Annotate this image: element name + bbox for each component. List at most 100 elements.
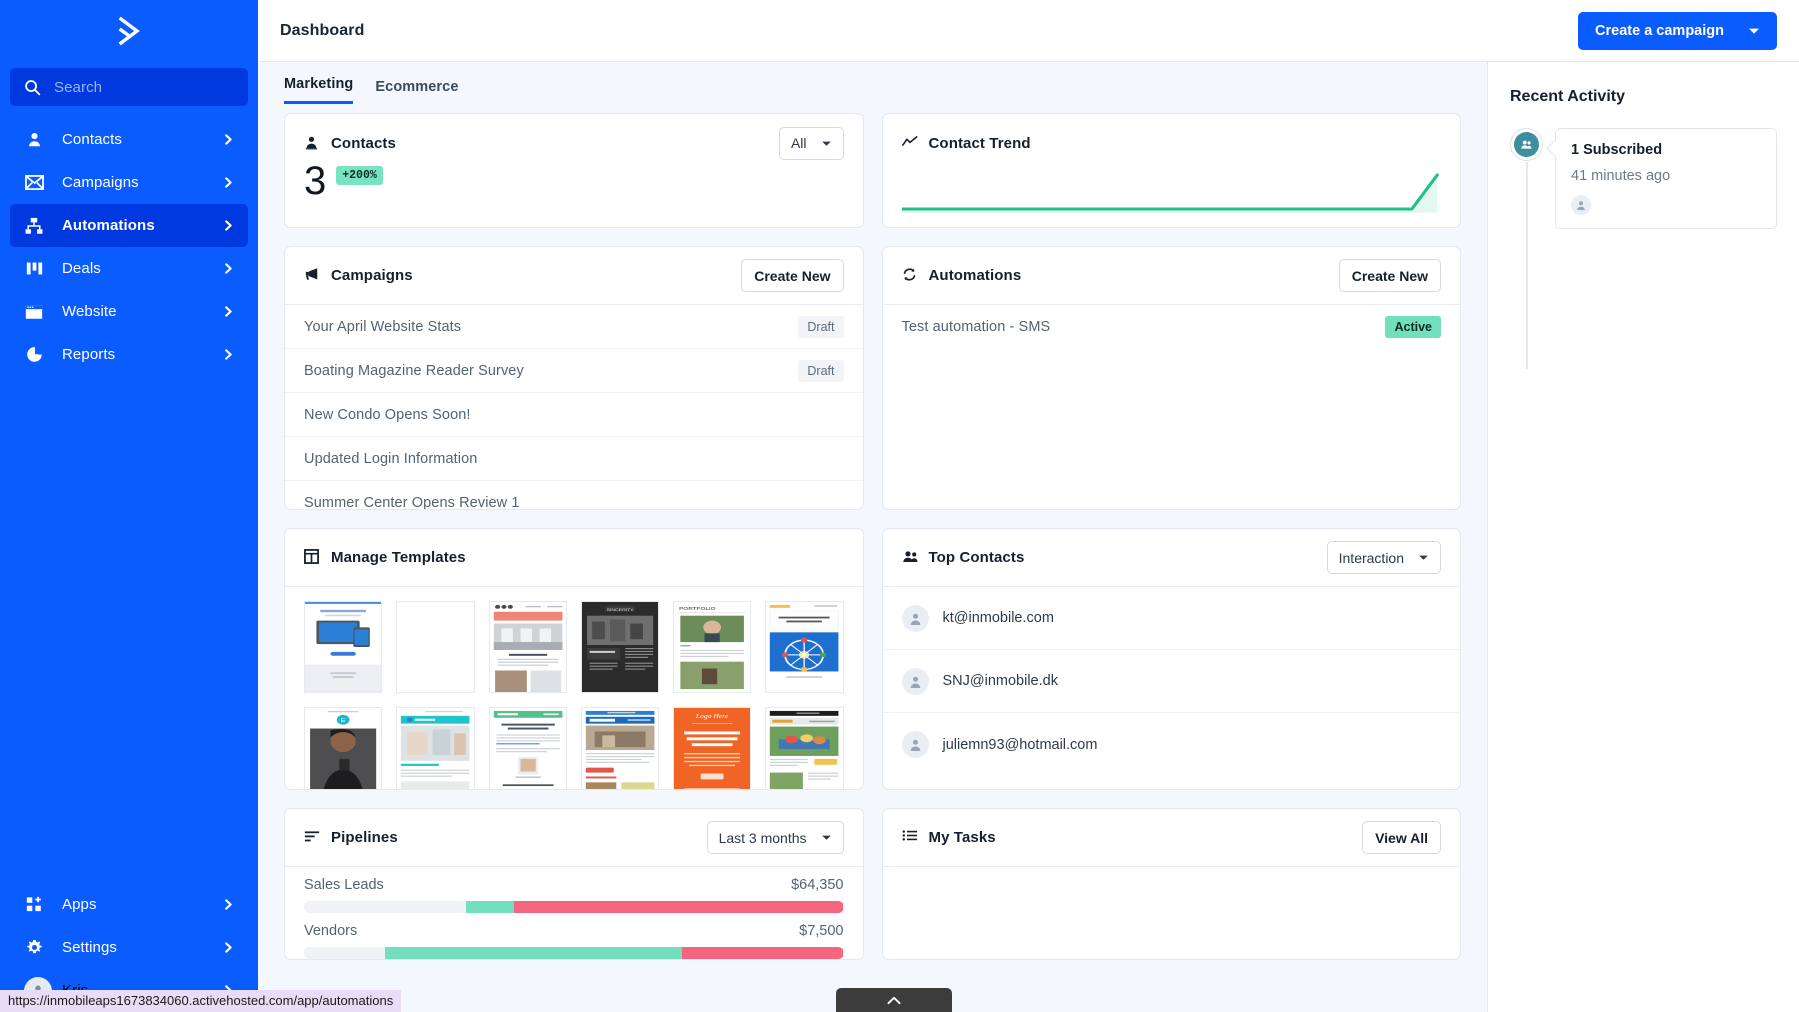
campaigns-card-title: Campaigns xyxy=(304,267,413,284)
chevron-down-icon xyxy=(821,141,831,146)
top-contacts-filter-select[interactable]: Interaction xyxy=(1326,541,1441,574)
template-thumbnail[interactable] xyxy=(488,707,567,789)
template-thumbnail[interactable]: Logo Here xyxy=(673,707,752,789)
list-item[interactable]: Summer Center Opens Review 1 xyxy=(285,481,863,510)
columns-icon xyxy=(24,259,44,279)
scroll-to-top-button[interactable] xyxy=(836,988,952,1012)
pipeline-segment-green xyxy=(384,947,682,959)
sidebar-item-campaigns[interactable]: Campaigns xyxy=(10,161,248,204)
automations-card-label: Automations xyxy=(928,267,1022,284)
sidebar-item-label: Settings xyxy=(62,939,117,956)
chevron-right-icon xyxy=(225,899,232,910)
template-thumbnail[interactable] xyxy=(488,601,567,693)
templates-card-header: Manage Templates xyxy=(285,529,863,587)
pipelines-title: Pipelines xyxy=(304,829,398,846)
template-thumbnail[interactable]: SINCERITY xyxy=(580,601,659,693)
activity-card[interactable]: 1 Subscribed 41 minutes ago xyxy=(1555,128,1777,229)
pipeline-segment-green xyxy=(465,901,515,913)
status-badge: Draft xyxy=(798,315,844,338)
pipeline-amount: $7,500 xyxy=(799,923,844,939)
list-item[interactable]: juliemn93@hotmail.com xyxy=(883,713,1461,776)
main-area: Dashboard Create a campaign Marketing Ec… xyxy=(258,0,1799,1012)
template-thumbnail[interactable] xyxy=(580,707,659,789)
top-contacts-card: Top Contacts Interaction kt@inmobile.com… xyxy=(881,528,1461,790)
my-tasks-empty-body xyxy=(883,867,1461,927)
create-campaign-button[interactable]: Create a campaign xyxy=(1578,11,1777,50)
pipeline-row: Vendors $7,500 xyxy=(285,913,863,959)
search-input[interactable]: Search xyxy=(10,68,248,106)
sidebar-item-label: Campaigns xyxy=(62,174,139,191)
campaigns-list: Your April Website Stats Draft Boating M… xyxy=(285,305,863,510)
my-tasks-title: My Tasks xyxy=(902,829,996,846)
template-thumbnails: SINCERITY PORTFOLIO E Logo Here xyxy=(285,587,863,789)
list-item[interactable]: SNJ@inmobile.dk xyxy=(882,650,1460,713)
automations-create-new-button[interactable]: Create New xyxy=(1338,259,1441,292)
list-item[interactable]: kt@inmobile.com xyxy=(882,587,1460,650)
browser-status-bar: https://inmobileaps1673834060.activehost… xyxy=(0,990,402,1012)
template-thumbnail[interactable] xyxy=(765,707,844,789)
template-thumbnail[interactable]: E xyxy=(304,707,383,789)
logo[interactable] xyxy=(0,0,258,62)
contacts-card-body: 3 +200% xyxy=(285,161,863,201)
sidebar-item-deals[interactable]: Deals xyxy=(10,247,248,290)
template-thumbnail[interactable]: PORTFOLIO xyxy=(673,601,752,693)
sidebar-item-website[interactable]: Website xyxy=(10,290,248,333)
pipeline-segment-red xyxy=(681,947,844,959)
top-contacts-header: Top Contacts Interaction xyxy=(882,529,1460,587)
sidebar-item-settings[interactable]: Settings xyxy=(10,926,248,969)
sidebar-item-contacts[interactable]: Contacts xyxy=(10,118,248,161)
cards-scroll-region[interactable]: Contacts All 3 +200% Contact Trend Campa… xyxy=(258,105,1487,1012)
page-title: Dashboard xyxy=(280,21,365,39)
apps-grid-plus-icon xyxy=(24,895,44,915)
pipeline-segment-empty xyxy=(304,901,466,913)
template-thumbnail[interactable] xyxy=(765,601,844,693)
campaign-name: Your April Website Stats xyxy=(304,318,462,335)
list-item[interactable]: Updated Login Information xyxy=(285,437,863,481)
person-icon xyxy=(24,130,44,150)
gear-icon xyxy=(24,938,44,958)
list-item[interactable]: Your April Website Stats Draft xyxy=(285,305,863,349)
chevron-right-icon xyxy=(225,349,232,360)
contacts-filter-value: All xyxy=(790,135,807,151)
contacts-card-label: Contacts xyxy=(331,134,396,152)
sidebar-item-apps[interactable]: Apps xyxy=(10,883,248,926)
pipeline-row-header: Sales Leads $64,350 xyxy=(304,877,844,893)
tab-ecommerce[interactable]: Ecommerce xyxy=(375,79,458,104)
pipelines-card: Pipelines Last 3 months Sales Leads $64,… xyxy=(284,808,864,960)
status-badge: Draft xyxy=(798,359,844,382)
pipeline-segment-red xyxy=(514,901,844,913)
template-thumbnail[interactable] xyxy=(396,707,475,789)
campaign-name: Summer Center Opens Review 1 xyxy=(304,495,520,510)
sidebar-item-automations[interactable]: Automations xyxy=(10,204,248,247)
recent-activity-panel: Recent Activity 1 Subscribed 41 minutes … xyxy=(1487,62,1799,1012)
template-thumbnail[interactable] xyxy=(304,601,383,693)
cards-grid: Contacts All 3 +200% Contact Trend Campa… xyxy=(284,113,1461,960)
top-bar: Dashboard Create a campaign xyxy=(258,0,1799,62)
tab-marketing[interactable]: Marketing xyxy=(284,76,354,104)
trend-line-icon xyxy=(901,135,919,152)
my-tasks-view-all-button[interactable]: View All xyxy=(1362,821,1441,854)
list-item[interactable]: Test automation - SMS Active xyxy=(883,305,1461,349)
list-item[interactable]: Boating Magazine Reader Survey Draft xyxy=(285,349,863,393)
avatar xyxy=(901,667,929,695)
dashboard-column: Marketing Ecommerce Contacts All 3 +200%… xyxy=(258,62,1487,1012)
templates-card-label: Manage Templates xyxy=(331,549,466,566)
contacts-filter-select[interactable]: All xyxy=(778,126,844,160)
sitemap-icon xyxy=(24,216,44,236)
dashboard-tabs: Marketing Ecommerce xyxy=(258,62,1487,105)
list-item[interactable]: New Condo Opens Soon! xyxy=(285,393,863,437)
campaigns-create-new-button[interactable]: Create New xyxy=(741,259,844,292)
pie-chart-icon xyxy=(24,345,44,365)
pipelines-range-select[interactable]: Last 3 months xyxy=(706,821,844,854)
app-root: Search Contacts Campaigns Automations De… xyxy=(0,0,1799,1012)
automations-card-actions: Create New xyxy=(1338,259,1441,292)
sidebar-item-reports[interactable]: Reports xyxy=(10,333,248,376)
pipeline-segment-empty xyxy=(304,947,385,959)
chevron-right-icon xyxy=(225,942,232,953)
recent-activity-title: Recent Activity xyxy=(1510,88,1625,105)
create-campaign-label: Create a campaign xyxy=(1595,22,1724,39)
pipelines-label: Pipelines xyxy=(331,829,398,846)
template-thumbnail[interactable] xyxy=(396,601,475,693)
top-contacts-list: kt@inmobile.com SNJ@inmobile.dk juliemn9… xyxy=(882,587,1461,776)
pipeline-name: Sales Leads xyxy=(304,877,384,893)
